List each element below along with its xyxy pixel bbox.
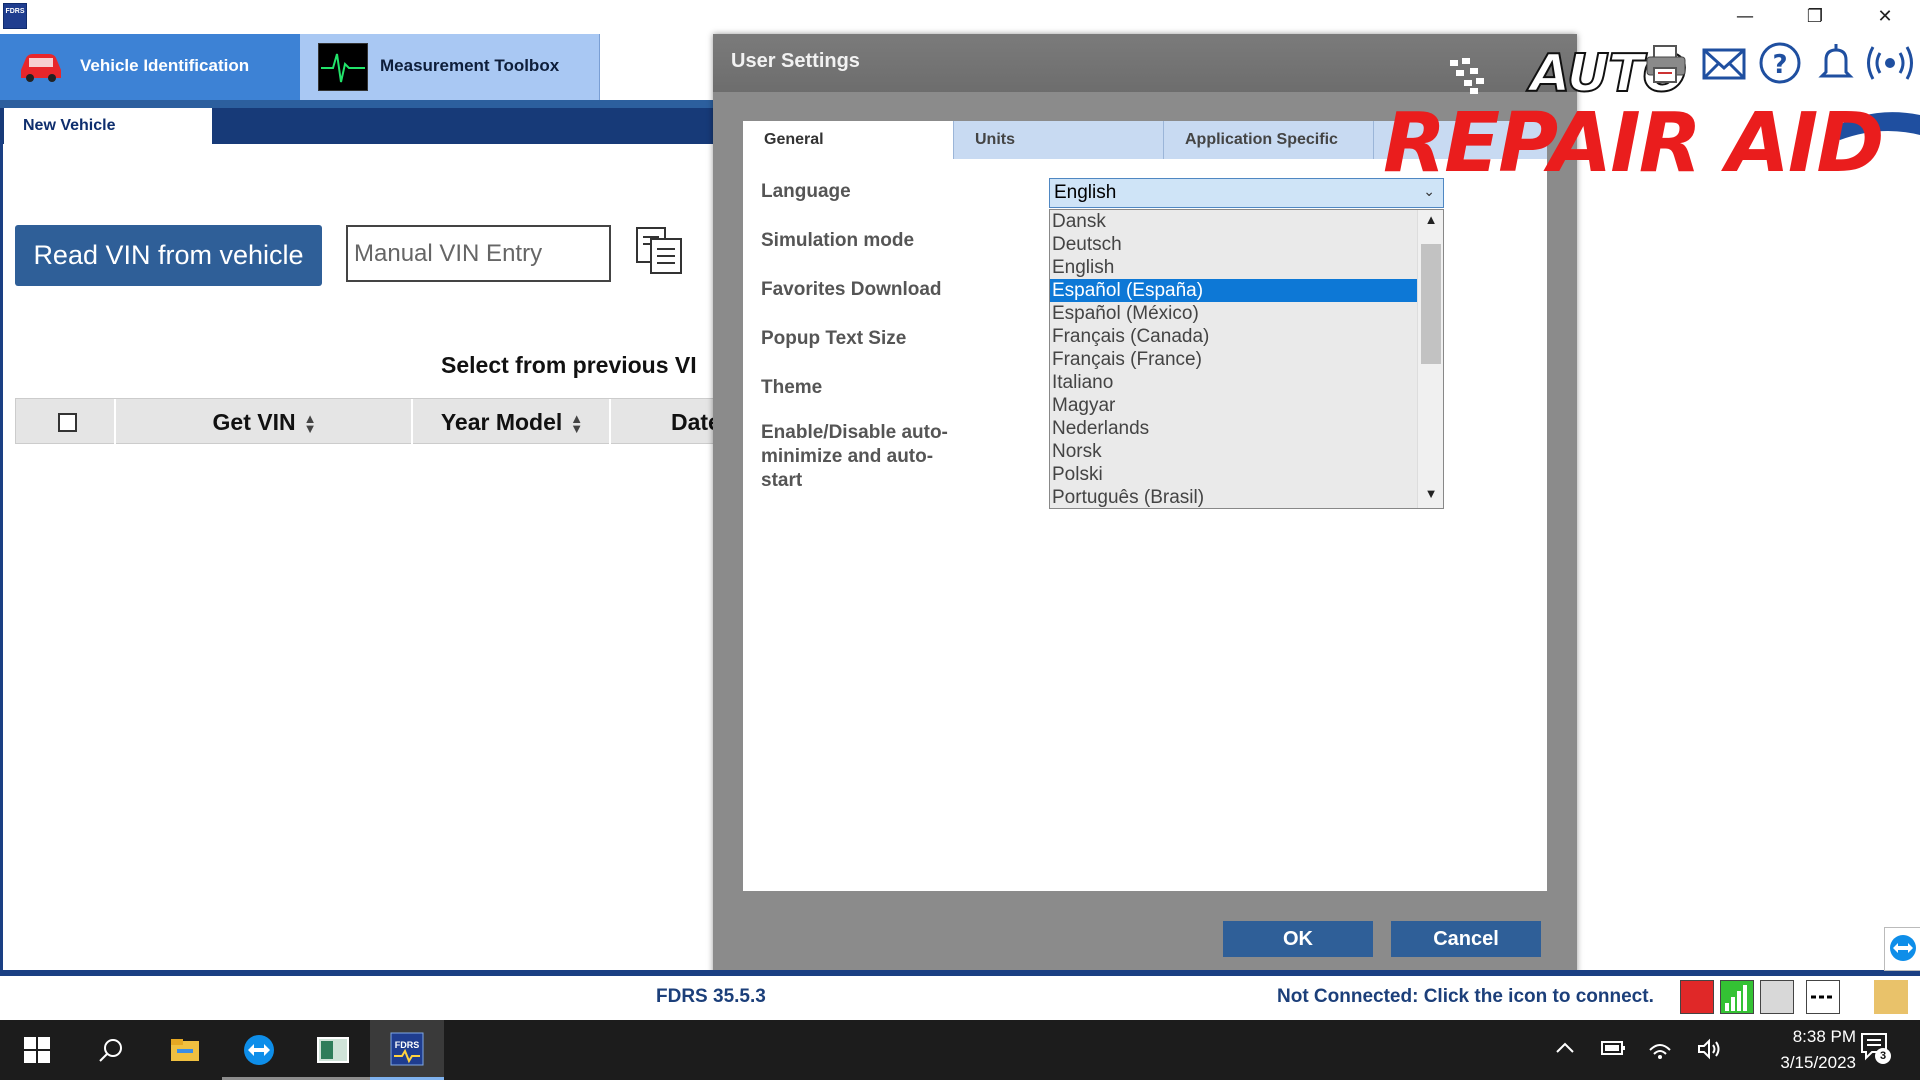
tab-vehicle-identification-label: Vehicle Identification bbox=[80, 56, 250, 75]
setting-label-favorites-download: Favorites Download bbox=[761, 279, 942, 300]
manual-vin-input[interactable] bbox=[346, 225, 611, 282]
notification-count-badge: 3 bbox=[1875, 1048, 1891, 1064]
app-left-border bbox=[0, 140, 3, 970]
car-icon bbox=[21, 54, 61, 82]
language-dropdown-list[interactable]: Dansk Deutsch English Español (España) E… bbox=[1049, 209, 1444, 509]
paste-vin-icon[interactable] bbox=[634, 225, 686, 275]
checkered-flag-icon bbox=[1448, 56, 1498, 101]
previous-vin-grid-header: Get VIN ▲ ▼ Year Model ▲ ▼ Date bbox=[15, 398, 736, 445]
teamviewer-taskbar-icon[interactable] bbox=[222, 1020, 296, 1080]
watermark-repair-aid-text: REPAIR AID bbox=[1383, 96, 1884, 191]
fdrs-app-logo: FDRS bbox=[3, 3, 27, 29]
language-option[interactable]: Deutsch bbox=[1050, 233, 1417, 256]
tab-measurement-toolbox-label: Measurement Toolbox bbox=[380, 56, 560, 75]
lock-icon[interactable] bbox=[1874, 980, 1908, 1014]
column-header-year-model-label: Year Model bbox=[440, 409, 563, 435]
battery-icon[interactable] bbox=[1760, 980, 1794, 1014]
dashes-icon[interactable] bbox=[1806, 980, 1840, 1014]
vci-connect-icon[interactable] bbox=[1680, 980, 1714, 1014]
column-header-get-vin-label: Get VIN bbox=[212, 409, 296, 435]
scroll-up-icon[interactable]: ▲ bbox=[1418, 212, 1443, 232]
clock-date: 3/15/2023 bbox=[1780, 1053, 1856, 1072]
language-option[interactable]: Polski bbox=[1050, 463, 1417, 486]
minimize-button[interactable]: — bbox=[1710, 0, 1780, 34]
mail-icon[interactable] bbox=[1700, 40, 1748, 86]
select-all-cell bbox=[16, 399, 116, 445]
language-selected-value: English bbox=[1054, 182, 1117, 203]
language-option[interactable]: Português (Brasil) bbox=[1050, 486, 1417, 508]
read-vin-button[interactable]: Read VIN from vehicle bbox=[15, 225, 322, 286]
close-button[interactable]: ✕ bbox=[1850, 0, 1920, 34]
language-list-scrollbar[interactable]: ▲ ▼ bbox=[1417, 210, 1443, 508]
select-all-checkbox[interactable] bbox=[58, 413, 77, 432]
cancel-button[interactable]: Cancel bbox=[1391, 921, 1541, 957]
teamviewer-floating-icon[interactable] bbox=[1884, 927, 1920, 971]
signal-strength-icon[interactable] bbox=[1720, 980, 1754, 1014]
help-icon[interactable]: ? bbox=[1756, 40, 1804, 86]
tab-measurement-toolbox[interactable]: Measurement Toolbox bbox=[300, 34, 600, 100]
battery-tray-icon[interactable] bbox=[1600, 1038, 1626, 1063]
connection-status-text[interactable]: Not Connected: Click the icon to connect… bbox=[1277, 986, 1654, 1008]
language-option[interactable]: Norsk bbox=[1050, 440, 1417, 463]
fdrs-taskbar-icon[interactable]: FDRS bbox=[370, 1020, 444, 1080]
tab-vehicle-identification[interactable]: Vehicle Identification bbox=[0, 34, 300, 100]
notification-bell-icon[interactable] bbox=[1812, 40, 1860, 86]
clock-time: 8:38 PM bbox=[1792, 1027, 1856, 1046]
action-center-icon[interactable]: 3 bbox=[1858, 1030, 1892, 1069]
oscilloscope-icon bbox=[318, 43, 368, 91]
scroll-down-icon[interactable]: ▼ bbox=[1418, 486, 1443, 506]
search-icon[interactable] bbox=[74, 1020, 148, 1080]
language-option[interactable]: Italiano bbox=[1050, 371, 1417, 394]
select-previous-vin-label: Select from previous VI bbox=[441, 352, 697, 378]
printer-icon[interactable] bbox=[1642, 40, 1690, 86]
language-option[interactable]: Español (México) bbox=[1050, 302, 1417, 325]
language-option-highlighted[interactable]: Español (España) bbox=[1050, 279, 1417, 302]
sort-icon[interactable]: ▲ ▼ bbox=[570, 412, 583, 435]
tab-new-vehicle[interactable]: New Vehicle bbox=[4, 108, 212, 146]
column-header-get-vin[interactable]: Get VIN ▲ ▼ bbox=[118, 399, 413, 445]
version-label: FDRS 35.5.3 bbox=[656, 986, 766, 1007]
setting-label-auto-minimize: Enable/Disable auto-minimize and auto-st… bbox=[761, 422, 948, 491]
tab-application-specific[interactable]: Application Specific bbox=[1163, 121, 1373, 159]
language-option[interactable]: Français (France) bbox=[1050, 348, 1417, 371]
language-option[interactable]: Français (Canada) bbox=[1050, 325, 1417, 348]
windows-start-icon[interactable] bbox=[0, 1020, 74, 1080]
module-tab-underline bbox=[0, 100, 720, 108]
sort-icon[interactable]: ▲ ▼ bbox=[304, 412, 317, 435]
show-hidden-icons-icon[interactable] bbox=[1554, 1038, 1576, 1063]
setting-label-popup-text-size: Popup Text Size bbox=[761, 328, 907, 349]
column-header-year-model[interactable]: Year Model ▲ ▼ bbox=[415, 399, 611, 445]
file-explorer-icon[interactable] bbox=[148, 1020, 222, 1080]
svg-text:?: ? bbox=[1772, 50, 1787, 80]
setting-label-language: Language bbox=[761, 181, 851, 202]
setting-label-simulation-mode: Simulation mode bbox=[761, 230, 915, 251]
app-window-taskbar-icon[interactable] bbox=[296, 1020, 370, 1080]
language-option[interactable]: English bbox=[1050, 256, 1417, 279]
tab-general[interactable]: General bbox=[743, 121, 953, 159]
wifi-icon[interactable] bbox=[1648, 1038, 1672, 1065]
restore-button[interactable]: ❐ bbox=[1780, 0, 1850, 34]
taskbar-clock[interactable]: 8:38 PM 3/15/2023 bbox=[1716, 1024, 1856, 1076]
tab-units[interactable]: Units bbox=[953, 121, 1163, 159]
language-option[interactable]: Nederlands bbox=[1050, 417, 1417, 440]
svg-text:FDRS: FDRS bbox=[395, 1040, 420, 1050]
scrollbar-thumb[interactable] bbox=[1421, 244, 1441, 364]
wireless-broadcast-icon[interactable] bbox=[1864, 40, 1913, 86]
title-bar bbox=[0, 0, 1920, 34]
language-option[interactable]: Magyar bbox=[1050, 394, 1417, 417]
language-option[interactable]: Dansk bbox=[1050, 210, 1417, 233]
setting-label-theme: Theme bbox=[761, 377, 823, 398]
dialog-title: User Settings bbox=[731, 50, 860, 72]
ok-button[interactable]: OK bbox=[1223, 921, 1373, 957]
